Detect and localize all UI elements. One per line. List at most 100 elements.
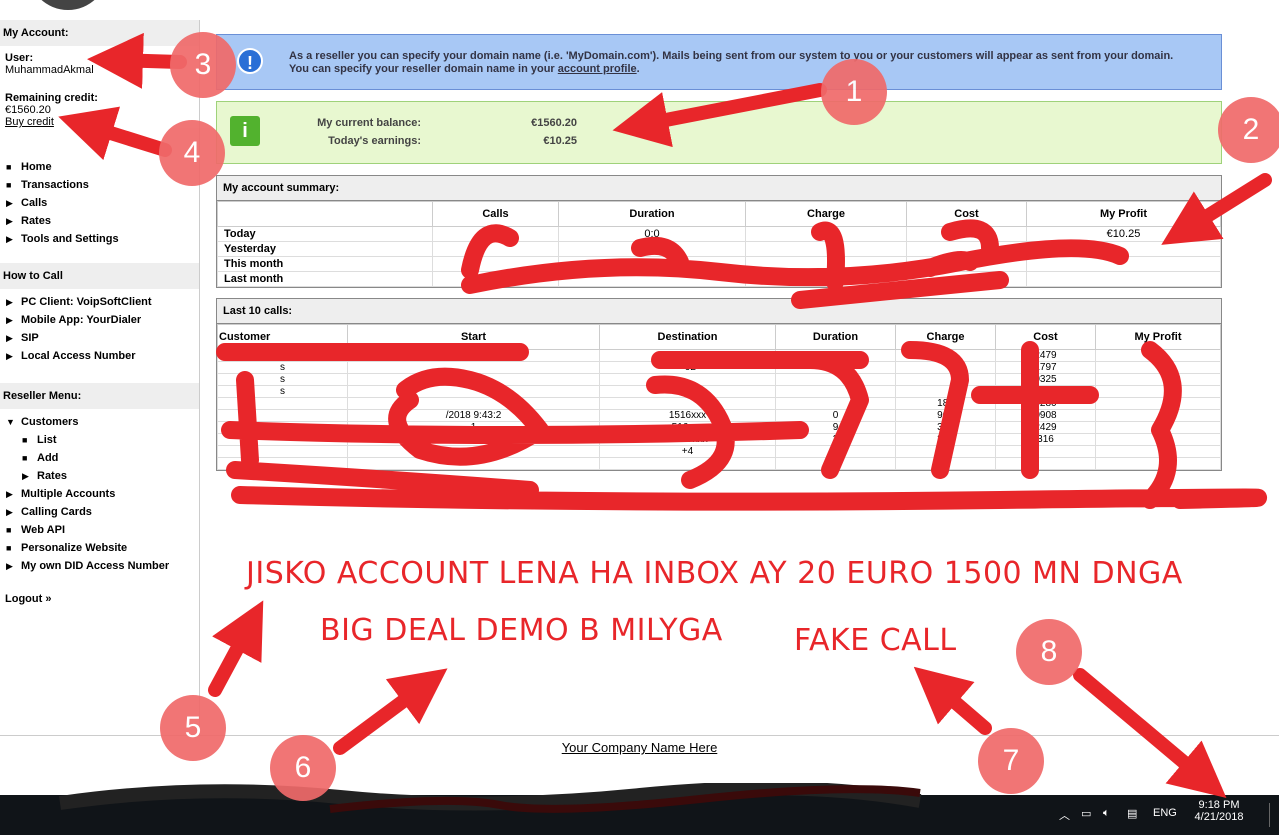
notification-icon[interactable]: ▤ (1127, 807, 1137, 820)
clock-date: 4/21/2018 (1194, 811, 1244, 823)
sidebar-item-sip[interactable]: ▶ SIP (0, 329, 199, 347)
reseller-menu-heading: Reseller Menu: (0, 383, 199, 409)
table-cell: 0:0 (558, 226, 746, 242)
table-cell (995, 385, 1096, 398)
table-row: 21/04/2018 1:11:45 PM +Mxxxx 2479 (217, 349, 1221, 362)
arrow-8 (1073, 668, 1227, 799)
column-header: Duration (775, 324, 896, 350)
sidebar-subitem-add[interactable]: ■ Add (0, 449, 199, 467)
table-cell (599, 397, 776, 410)
sidebar-item-pc-client-voipsoftclient[interactable]: ▶ PC Client: VoipSoftClient (0, 293, 199, 311)
sidebar-item-local-access-number[interactable]: ▶ Local Access Number (0, 347, 199, 365)
triangle-right-icon: ▶ (6, 489, 13, 499)
triangle-right-icon: ▶ (6, 561, 13, 571)
table-cell: 21/04/2018 1:11:45 PM (347, 349, 600, 362)
annotation-text-3: FAKE CALL (794, 623, 957, 658)
sidebar-item-web-api[interactable]: ■ Web API (0, 521, 199, 539)
table-cell: 2479 (995, 349, 1096, 362)
sidebar-item-calling-cards[interactable]: ▶ Calling Cards (0, 503, 199, 521)
table-cell (1026, 256, 1221, 272)
table-row (217, 457, 1221, 470)
annotation-text-2: BIG DEAL DEMO B MILYGA (320, 613, 723, 648)
table-cell (906, 256, 1027, 272)
table-cell (775, 445, 896, 458)
show-desktop-button[interactable] (1269, 803, 1270, 827)
column-header: Duration (558, 201, 746, 227)
my-account-heading: My Account: (0, 20, 199, 46)
table-cell: +4 (599, 445, 776, 458)
nav-label: Calling Cards (21, 506, 92, 518)
annotation-number-7: 7 (978, 728, 1044, 794)
buy-credit-link[interactable]: Buy credit (5, 116, 54, 128)
table-cell (775, 373, 896, 386)
column-header: Start (347, 324, 600, 350)
triangle-right-icon: ▶ (6, 507, 13, 517)
nav-label: Rates (37, 470, 67, 482)
user-value: MuhammadAkmal (5, 64, 94, 76)
sidebar-item-my-own-did-access-number[interactable]: ▶ My own DID Access Number (0, 557, 199, 575)
table-row: 19/0 +4 57xxx 2 316 316 (217, 433, 1221, 446)
annotation-number-2: 2 (1218, 97, 1279, 163)
annotation-number-3: 3 (170, 32, 236, 98)
sidebar-item-tools-and-settings[interactable]: ▶ Tools and Settings (0, 230, 199, 248)
last-calls-table: Customer Start Destination Duration Charge Co… (217, 324, 1221, 470)
clock[interactable]: 9:18 PM 4/21/2018 (1189, 799, 1249, 823)
account-summary-table: Calls Duration Charge Cost My Profit Today 0:… (217, 201, 1221, 287)
row-label: Last month (217, 271, 433, 287)
table-cell (895, 385, 996, 398)
column-header: Calls (432, 201, 559, 227)
language-indicator[interactable]: ENG (1153, 807, 1177, 819)
table-cell (217, 421, 348, 434)
table-cell (1095, 349, 1221, 362)
sidebar-subitem-rates[interactable]: ▶ Rates (0, 467, 199, 485)
table-cell: +4 57xxx (599, 433, 776, 446)
table-cell (1095, 385, 1221, 398)
annotation-number-1: 1 (821, 59, 887, 125)
reseller-info-text: As a reseller you can specify your domai… (289, 50, 1173, 76)
triangle-right-icon: ▶ (6, 333, 13, 343)
nav-label: Personalize Website (21, 542, 128, 554)
logout-link[interactable]: Logout » (0, 593, 199, 605)
credit-value: €1560.20 (5, 104, 51, 116)
table-cell: 180 (895, 397, 996, 410)
sidebar-item-personalize-website[interactable]: ■ Personalize Website (0, 539, 199, 557)
sidebar-item-transactions[interactable]: ■ Transactions (0, 176, 199, 194)
table-cell: €10.25 (1026, 226, 1221, 242)
last-calls-title: Last 10 calls: (217, 299, 1221, 324)
volume-icon[interactable]: 🔈︎ (1103, 807, 1110, 820)
table-cell (1095, 409, 1221, 422)
todays-earnings-value: €10.25 (543, 135, 577, 147)
network-icon[interactable]: ▭ (1081, 807, 1091, 820)
info-icon: ! (237, 48, 263, 74)
table-cell: 316 (895, 433, 996, 446)
table-cell (1095, 361, 1221, 374)
annotation-number-8: 8 (1016, 619, 1082, 685)
sidebar-item-multiple-accounts[interactable]: ▶ Multiple Accounts (0, 485, 199, 503)
arrow-5 (208, 600, 264, 697)
nav-label: Calls (21, 197, 48, 209)
table-cell (432, 226, 559, 242)
info-line-2-suffix: . (636, 63, 640, 75)
nav-label: Local Access Number (21, 350, 136, 362)
square-bullet-icon: ■ (6, 525, 12, 535)
sidebar-item-mobile-app-yourdialer[interactable]: ▶ Mobile App: YourDialer (0, 311, 199, 329)
table-row: 1 516xxx 9 329 2429 (217, 421, 1221, 434)
square-bullet-icon: ■ (22, 435, 28, 445)
account-profile-link[interactable]: account profile (558, 63, 637, 75)
company-name-link[interactable]: Your Company Name Here (562, 740, 718, 755)
table-row: s (217, 385, 1221, 398)
sidebar-item-calls[interactable]: ▶ Calls (0, 194, 199, 212)
table-cell (1095, 397, 1221, 410)
sidebar-subitem-list[interactable]: ■ List (0, 431, 199, 449)
table-cell (775, 397, 896, 410)
nav-label: My own DID Access Number (21, 560, 170, 572)
chevron-up-icon[interactable]: ︿ (1059, 807, 1070, 823)
reseller-info-box: ! As a reseller you can specify your dom… (216, 34, 1222, 90)
sidebar-item-rates[interactable]: ▶ Rates (0, 212, 199, 230)
square-bullet-icon: ■ (6, 162, 12, 172)
sidebar-item-customers[interactable]: ▼ Customers (0, 413, 199, 431)
nav-label: Home (21, 161, 52, 173)
nav-label: Web API (21, 524, 66, 536)
table-cell (745, 241, 907, 257)
row-label: Yesterday (217, 241, 433, 257)
